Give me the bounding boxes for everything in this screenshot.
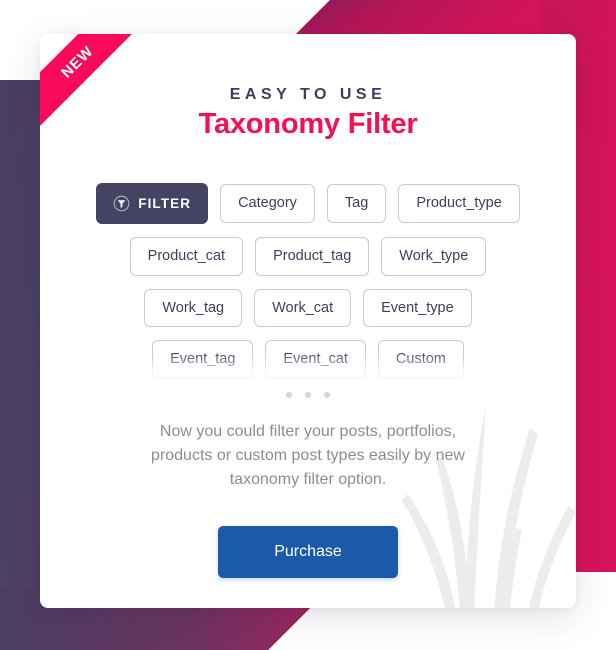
pager-dots — [40, 391, 576, 398]
filter-button-label: FILTER — [138, 195, 192, 211]
pager-dot[interactable] — [305, 391, 311, 398]
tag-custom[interactable]: Custom — [377, 340, 464, 379]
tag-work-cat[interactable]: Work_cat — [254, 288, 352, 327]
funnel-icon — [113, 195, 130, 212]
pager-dot[interactable] — [286, 391, 292, 398]
tag-row: Event_tag Event_cat Custom — [76, 340, 540, 379]
tag-work-type[interactable]: Work_type — [381, 237, 487, 276]
tag-product-tag[interactable]: Product_tag — [255, 237, 370, 276]
tag-row: FILTER Category Tag Product_type — [76, 183, 540, 224]
tag-row: Product_cat Product_tag Work_type — [76, 237, 540, 276]
tag-event-tag[interactable]: Event_tag — [152, 340, 254, 379]
description-text: Now you could filter your posts, portfol… — [151, 422, 465, 488]
pager-dot[interactable] — [324, 391, 330, 398]
tag-event-cat[interactable]: Event_cat — [265, 340, 366, 379]
tag-product-type[interactable]: Product_type — [398, 184, 520, 223]
tag-event-type[interactable]: Event_type — [363, 288, 472, 327]
purchase-button[interactable]: Purchase — [218, 525, 398, 578]
promo-card: NEW EASY TO USE Taxonomy Filter FILTER C… — [40, 34, 576, 608]
tag-work-tag[interactable]: Work_tag — [144, 288, 243, 327]
purchase-button-wrap: Purchase — [40, 525, 576, 578]
page-title: Taxonomy Filter — [198, 108, 418, 140]
tag-row: Work_tag Work_cat Event_type — [76, 288, 540, 327]
tag-product-cat[interactable]: Product_cat — [129, 237, 244, 276]
page-stage: NEW EASY TO USE Taxonomy Filter FILTER C… — [0, 0, 616, 650]
tag-category[interactable]: Category — [220, 184, 315, 223]
eyebrow-text: EASY TO USE — [229, 86, 387, 103]
filter-button[interactable]: FILTER — [96, 183, 209, 224]
taxonomy-tag-list: FILTER Category Tag Product_type Product… — [40, 183, 576, 379]
card-content: EASY TO USE Taxonomy Filter FILTER Categ… — [40, 34, 576, 578]
tag-tag[interactable]: Tag — [326, 184, 387, 223]
